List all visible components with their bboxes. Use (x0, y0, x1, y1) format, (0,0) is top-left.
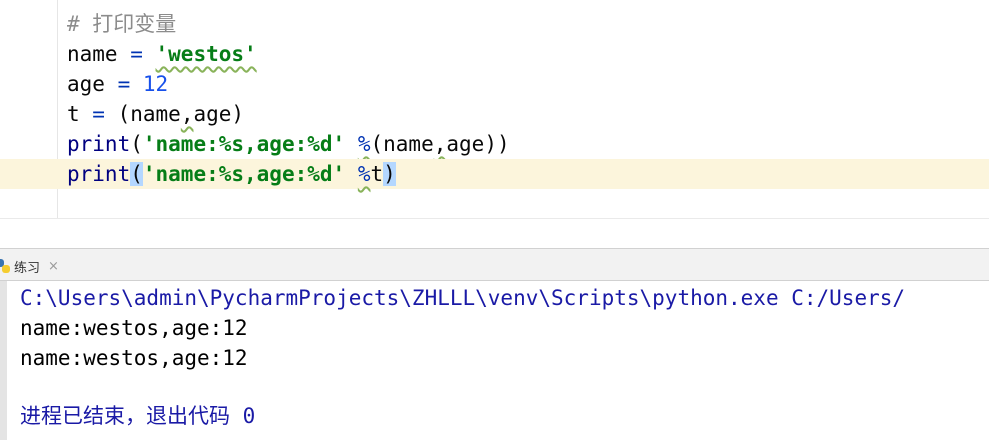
paren: ( (117, 102, 131, 126)
paren-highlight: ( (130, 162, 143, 186)
identifier: name (67, 42, 118, 66)
identifier: age (67, 72, 105, 96)
operator: % (357, 132, 371, 156)
paren: ) (231, 102, 245, 126)
code-line-4[interactable]: t = (name,age) (0, 99, 989, 129)
identifier: age (193, 102, 232, 126)
comma: , (180, 102, 194, 126)
identifier: name (130, 102, 181, 126)
string-literal: 'name:%s,age:%d' (142, 132, 346, 156)
operator: = (104, 72, 143, 96)
operator: = (117, 42, 156, 66)
identifier: age (446, 132, 485, 156)
paren: ( (370, 132, 384, 156)
builtin-print: print (67, 132, 131, 156)
run-tool-window-header: 练习 × (0, 248, 989, 281)
builtin-print: print (67, 162, 131, 186)
identifier: t (67, 102, 80, 126)
identifier: t (370, 162, 384, 186)
comma: , (433, 132, 447, 156)
console-command-line: C:\Users\admin\PycharmProjects\ZHLLL\ven… (20, 286, 906, 310)
string-literal: 'westos' (155, 42, 257, 66)
comment: # 打印变量 (67, 12, 177, 36)
editor-empty-area[interactable] (0, 218, 989, 249)
string-literal: 'name:%s,age:%d' (142, 162, 346, 186)
code-editor[interactable]: # 打印变量 name = 'westos' age = 12 t = (nam… (0, 0, 989, 218)
python-icon (0, 259, 10, 273)
paren: ( (130, 132, 143, 156)
code-line-6-current[interactable]: print('name:%s,age:%d' %t) (0, 159, 989, 189)
run-tab-label: 练习 (14, 260, 41, 276)
console-exit-message: 进程已结束，退出代码 0 (20, 404, 256, 428)
identifier: name (383, 132, 434, 156)
code-line-1[interactable]: # 打印变量 (0, 9, 989, 39)
paren-highlight: ) (383, 162, 396, 186)
paren: )) (484, 132, 510, 156)
close-icon[interactable]: × (48, 259, 59, 274)
run-console[interactable]: C:\Users\admin\PycharmProjects\ZHLLL\ven… (0, 281, 989, 440)
run-tab[interactable]: 练习 × (0, 253, 59, 279)
console-output-line: name:westos,age:12 (20, 346, 248, 370)
number-literal: 12 (142, 72, 169, 96)
console-output-line: name:westos,age:12 (20, 316, 248, 340)
code-line-2[interactable]: name = 'westos' (0, 39, 989, 69)
code-line-3[interactable]: age = 12 (0, 69, 989, 99)
code-line-5[interactable]: print('name:%s,age:%d' %(name,age)) (0, 129, 989, 159)
operator: = (79, 102, 118, 126)
operator: % (357, 162, 371, 186)
